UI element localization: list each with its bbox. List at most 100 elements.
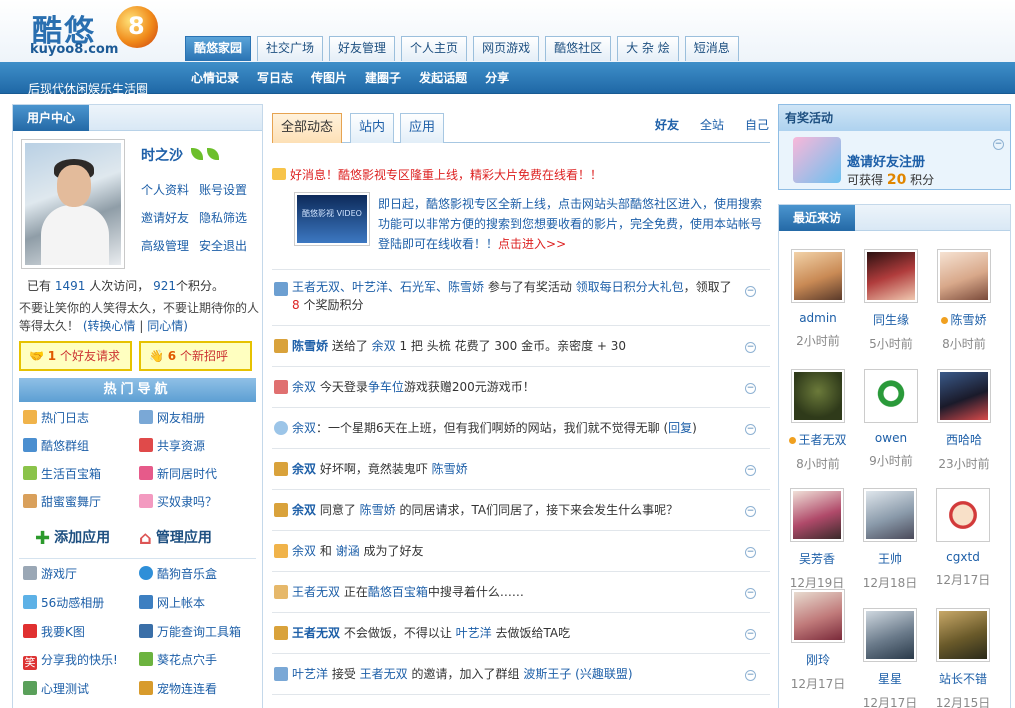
collapse-icon[interactable]: −: [745, 286, 756, 297]
collapse-icon[interactable]: −: [745, 383, 756, 394]
feed-object-link[interactable]: 争车位: [368, 380, 404, 394]
feed-actor-link[interactable]: 王者无双: [292, 626, 340, 640]
feed-actor-link[interactable]: 陈雪娇: [292, 339, 328, 353]
app-item[interactable]: 宠物连连看: [139, 680, 217, 697]
news-headline[interactable]: 好消息！酷悠影视专区隆重上线，精彩大片免费在线看！！: [272, 166, 602, 183]
feed-object-link[interactable]: 陈雪娇: [432, 462, 468, 476]
feed-object-link[interactable]: 王者无双: [360, 667, 408, 681]
collapse-icon[interactable]: −: [745, 588, 756, 599]
feed-actor-link[interactable]: 王者无双: [292, 585, 340, 599]
visitor-card[interactable]: 西哈哈 23小时前: [929, 369, 999, 472]
app-item[interactable]: 心理测试: [23, 680, 89, 697]
feed-actor-link[interactable]: 叶艺洋: [292, 667, 328, 681]
link-advanced[interactable]: 高级管理: [141, 237, 189, 254]
subnav-group[interactable]: 建圈子: [365, 69, 401, 86]
add-app-button[interactable]: ✚ 添加应用: [35, 527, 110, 549]
feed-object-link[interactable]: 谢涵: [336, 544, 360, 558]
feed-object-link[interactable]: 叶艺洋: [456, 626, 492, 640]
app-item[interactable]: 网上帐本: [139, 594, 205, 611]
hot-nav-item[interactable]: 买奴隶吗？: [139, 493, 217, 510]
link-account-settings[interactable]: 账号设置: [199, 181, 247, 198]
collapse-icon[interactable]: −: [745, 670, 756, 681]
app-item[interactable]: 游戏厅: [23, 565, 77, 582]
tab-site[interactable]: 站内: [350, 113, 395, 143]
feed-object-link[interactable]: 领取每日积分大礼包: [576, 280, 684, 294]
group-link[interactable]: 波斯王子: [523, 667, 571, 681]
app-item[interactable]: 万能查询工具箱: [139, 623, 241, 640]
app-item[interactable]: 酷狗音乐盒: [139, 565, 217, 582]
link-logout[interactable]: 安全退出: [199, 237, 247, 254]
filter-friends[interactable]: 好友: [655, 116, 679, 133]
friend-requests-alert[interactable]: 🤝 1 个好友请求: [19, 341, 132, 371]
hot-nav-item[interactable]: 生活百宝箱: [23, 465, 101, 482]
collapse-icon[interactable]: −: [745, 465, 756, 476]
visitor-card[interactable]: 王者无双 8小时前: [783, 369, 853, 472]
news-thumbnail[interactable]: 酷悠影视 VIDEO: [294, 192, 370, 246]
feed-object-link[interactable]: 余双: [372, 339, 396, 353]
group-category-link[interactable]: (兴趣联盟): [571, 667, 632, 681]
app-item[interactable]: 笑分享我的快乐!: [23, 651, 118, 670]
visitor-card[interactable]: cgxtd 12月17日: [928, 488, 998, 588]
link-invite-friends[interactable]: 邀请好友: [141, 209, 189, 226]
filter-whole-site[interactable]: 全站: [700, 116, 724, 133]
app-item[interactable]: 56动感相册: [23, 594, 104, 611]
feed-actor-link[interactable]: 余双: [292, 421, 316, 435]
manage-app-button[interactable]: ⌂ 管理应用: [139, 527, 212, 549]
same-mood-link[interactable]: 同心情): [147, 319, 188, 333]
feed-actor-link[interactable]: 王者无双、叶艺洋、石光军、陈雪娇: [292, 280, 484, 294]
hot-nav-item[interactable]: 网友相册: [139, 409, 205, 426]
visitor-card[interactable]: 王帅 12月18日: [855, 488, 925, 591]
tab-apps[interactable]: 应用: [400, 113, 445, 143]
collapse-icon[interactable]: −: [745, 629, 756, 640]
collapse-icon[interactable]: −: [745, 424, 756, 435]
hot-nav-item[interactable]: 甜蜜蜜舞厅: [23, 493, 101, 510]
news-enter-link[interactable]: 点击进入>>: [498, 237, 566, 251]
hot-nav-item[interactable]: 共享资源: [139, 437, 205, 454]
nav-tab-social-square[interactable]: 社交广场: [257, 36, 324, 61]
site-logo[interactable]: 酷悠 8 kuyoo8.com 后现代休闲娱乐生活圈: [28, 4, 168, 96]
hot-nav-item[interactable]: 热门日志: [23, 409, 89, 426]
collapse-icon[interactable]: −: [745, 342, 756, 353]
link-profile[interactable]: 个人资料: [141, 181, 189, 198]
tab-all-activity[interactable]: 全部动态: [272, 113, 343, 143]
feed-actor-link[interactable]: 余双: [292, 544, 316, 558]
link-privacy-filter[interactable]: 隐私筛选: [199, 209, 247, 226]
feed-actor-link[interactable]: 余双: [292, 380, 316, 394]
filter-self[interactable]: 自己: [745, 116, 769, 133]
feed-actor-link[interactable]: 余双: [292, 503, 316, 517]
invite-register-link[interactable]: 邀请好友注册: [847, 151, 925, 170]
collapse-icon[interactable]: −: [745, 547, 756, 558]
visitor-card[interactable]: 吴芳香 12月19日: [782, 488, 852, 591]
subnav-topic[interactable]: 发起话题: [419, 69, 467, 86]
visitor-card[interactable]: 站长不错 12月15日: [928, 608, 998, 708]
nav-tab-web-games[interactable]: 网页游戏: [473, 36, 540, 61]
nav-tab-profile[interactable]: 个人主页: [401, 36, 468, 61]
nav-tab-home[interactable]: 酷悠家园: [185, 36, 252, 61]
user-avatar[interactable]: [21, 139, 125, 269]
app-item[interactable]: 我要K图: [23, 623, 85, 640]
greetings-alert[interactable]: 👋 6 个新招呼: [139, 341, 252, 371]
visitor-card[interactable]: admin 2小时前: [783, 249, 853, 349]
visitor-card[interactable]: owen 9小时前: [856, 369, 926, 469]
user-name[interactable]: 时之沙: [141, 145, 183, 165]
app-item[interactable]: 葵花点穴手: [139, 651, 217, 668]
visitor-card[interactable]: 陈雪娇 8小时前: [929, 249, 999, 352]
feed-actor-link[interactable]: 余双: [292, 462, 316, 476]
subnav-mood[interactable]: 心情记录: [191, 69, 239, 86]
collapse-icon[interactable]: −: [993, 139, 1004, 150]
nav-tab-messages[interactable]: 短消息: [684, 36, 739, 61]
hot-nav-item[interactable]: 酷悠群组: [23, 437, 89, 454]
subnav-blog[interactable]: 写日志: [257, 69, 293, 86]
feed-object-link[interactable]: 酷悠百宝箱: [368, 585, 428, 599]
feed-object-link[interactable]: 陈雪娇: [360, 503, 396, 517]
visitor-card[interactable]: 同生缘 5小时前: [856, 249, 926, 352]
collapse-icon[interactable]: −: [745, 506, 756, 517]
reply-link[interactable]: 回复: [668, 421, 692, 435]
nav-tab-misc[interactable]: 大 杂 烩: [617, 36, 679, 61]
change-mood-link[interactable]: (转换心情: [83, 319, 136, 333]
subnav-photos[interactable]: 传图片: [311, 69, 347, 86]
subnav-share[interactable]: 分享: [485, 69, 509, 86]
visitor-card[interactable]: 星星 12月17日: [855, 608, 925, 708]
nav-tab-community[interactable]: 酷悠社区: [545, 36, 612, 61]
hot-nav-item[interactable]: 新同居时代: [139, 465, 217, 482]
